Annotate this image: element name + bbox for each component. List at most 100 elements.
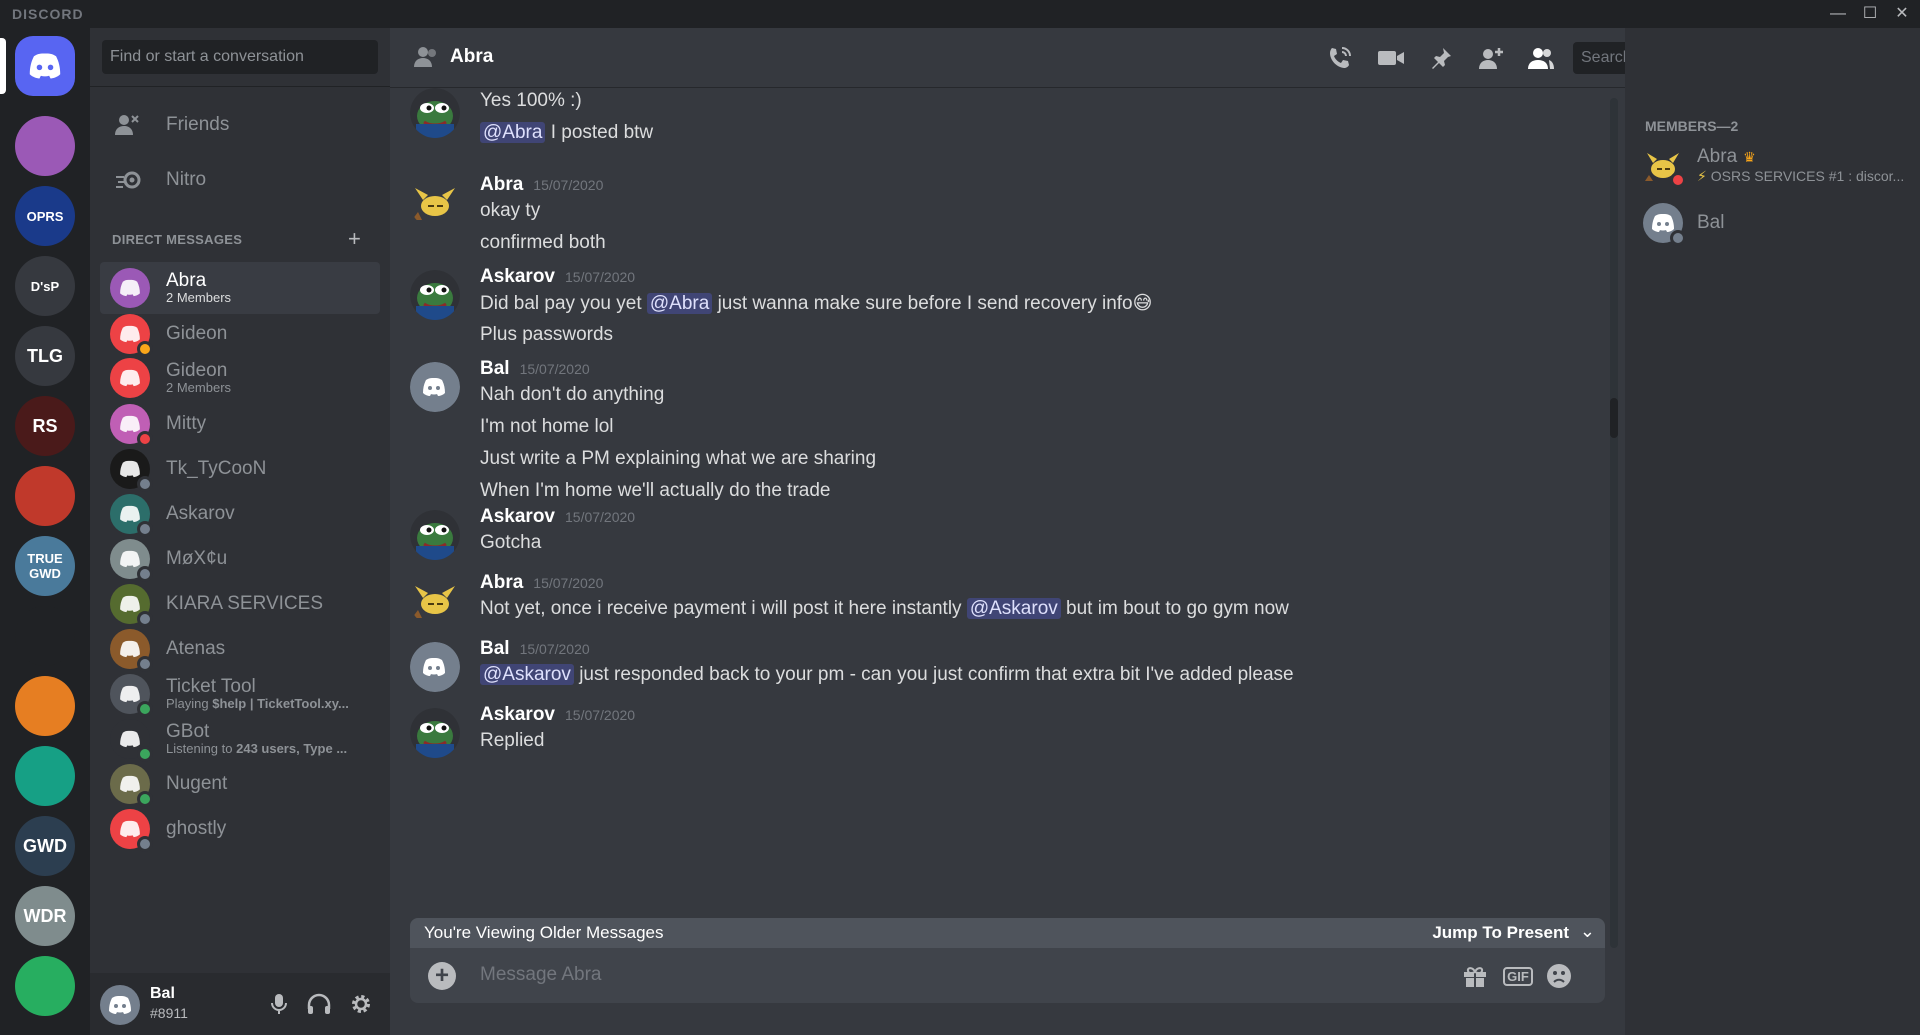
video-call-button[interactable] [1376, 44, 1406, 72]
message-header: Askarov 15/07/2020 [480, 704, 635, 726]
server-icon[interactable]: WDR [15, 886, 75, 946]
message-author[interactable]: Abra [480, 572, 523, 594]
message-timestamp: 15/07/2020 [519, 361, 590, 377]
pepe-avatar-icon [410, 270, 460, 320]
user-settings-button[interactable] [348, 991, 374, 1017]
dm-avatar [110, 314, 153, 357]
member-avatar [1643, 145, 1686, 188]
server-icon[interactable]: TRUE GWD [15, 536, 75, 596]
dm-sidebar: Find or start a conversation Friends Nit… [90, 28, 390, 1035]
message-header: Abra 15/07/2020 [480, 572, 603, 594]
message-avatar[interactable] [410, 576, 460, 626]
discord-logo-icon [120, 369, 140, 387]
member-abra[interactable]: Abra ♛ ⚡ OSRS SERVICES #1 : discor... [1643, 140, 1904, 190]
message-author[interactable]: Bal [480, 358, 510, 380]
gift-button[interactable] [1460, 961, 1490, 991]
message-author[interactable]: Abra [480, 174, 523, 196]
message-author[interactable]: Bal [480, 638, 510, 660]
user-mention[interactable]: @Askarov [966, 598, 1061, 619]
user-avatar[interactable] [100, 985, 140, 1025]
server-icon[interactable]: RS [15, 396, 75, 456]
user-mention[interactable]: @Abra [646, 293, 713, 314]
message-author[interactable]: Askarov [480, 704, 555, 726]
message-avatar[interactable] [410, 178, 460, 228]
dm-item[interactable]: Abra 2 Members [100, 262, 380, 314]
dm-item[interactable]: Gideon 2 Members [100, 352, 380, 404]
maximize-button[interactable]: ☐ [1860, 4, 1880, 24]
message-avatar[interactable] [410, 362, 460, 412]
message-author[interactable]: Askarov [480, 506, 555, 528]
voice-call-button[interactable] [1325, 44, 1355, 72]
deafen-button[interactable] [306, 991, 332, 1017]
attach-button[interactable]: + [428, 962, 456, 990]
user-mention[interactable]: @Abra [480, 122, 546, 143]
member-bal[interactable]: Bal [1643, 198, 1903, 248]
server-label: RS [32, 415, 58, 436]
text-segment: okay ty [480, 200, 541, 221]
gif-button[interactable]: GIF [1500, 961, 1536, 991]
older-messages-bar[interactable]: You're Viewing Older Messages Jump To Pr… [410, 918, 1605, 948]
discord-logo-icon [120, 460, 140, 478]
server-icon[interactable]: GWD [15, 816, 75, 876]
message-text: Gotcha [480, 532, 541, 554]
emoji-button[interactable] [1544, 961, 1574, 991]
server-icon[interactable] [15, 606, 75, 666]
message-avatar[interactable] [410, 642, 460, 692]
message-input[interactable]: Message Abra [480, 964, 601, 986]
dm-name: Tk_TyCooN [166, 458, 267, 480]
message-avatar[interactable] [410, 88, 460, 138]
message-avatar[interactable] [410, 708, 460, 758]
discord-logo-icon [29, 53, 61, 79]
message-avatar[interactable] [410, 270, 460, 320]
activity-verb: Playing [166, 696, 213, 712]
dm-search-input[interactable]: Find or start a conversation [102, 40, 378, 74]
abra-avatar-icon [412, 586, 455, 618]
scroll-thumb[interactable] [1610, 398, 1618, 438]
pinned-messages-button[interactable] [1426, 44, 1456, 72]
server-icon[interactable] [15, 466, 75, 526]
message-text: Nah don't do anything [480, 384, 664, 406]
message-header: Askarov 15/07/2020 [480, 506, 635, 528]
chevron-down-icon: ⌄ [1579, 921, 1595, 941]
message-text: okay ty [480, 200, 540, 222]
member-name: Abra [1697, 146, 1738, 168]
dm-name: Askarov [166, 503, 235, 525]
user-tag: #8911 [150, 1005, 188, 1021]
dm-item[interactable]: ghostly [100, 803, 380, 855]
server-icon[interactable]: TLG [15, 326, 75, 386]
create-dm-button[interactable]: + [348, 226, 361, 252]
discord-logo-icon [120, 279, 140, 297]
server-icon[interactable] [15, 956, 75, 1016]
chat-header: Abra Search ? [390, 28, 1897, 88]
server-icon[interactable] [15, 676, 75, 736]
server-icon[interactable] [15, 36, 75, 96]
message-avatar[interactable] [410, 510, 460, 560]
nav-nitro[interactable]: Nitro [102, 155, 378, 205]
nav-friends-label: Friends [166, 114, 230, 135]
close-button[interactable]: ✕ [1892, 4, 1912, 24]
message-author[interactable]: Askarov [480, 266, 555, 288]
nav-friends[interactable]: Friends [102, 100, 378, 150]
user-mention[interactable]: @Askarov [480, 664, 574, 685]
server-icon[interactable] [15, 116, 75, 176]
message-header: Bal 15/07/2020 [480, 638, 590, 660]
text-segment: Gotcha [480, 532, 542, 553]
discord-avatar-icon [410, 642, 460, 692]
server-icon[interactable]: D'sP [15, 256, 75, 316]
phone-call-icon [1330, 47, 1351, 68]
user-name: Bal [150, 985, 175, 1002]
server-icon[interactable]: OPRS [15, 186, 75, 246]
member-list-toggle[interactable] [1526, 44, 1556, 72]
message-composer[interactable]: + Message Abra GIF [410, 948, 1605, 1003]
mute-button[interactable] [266, 991, 292, 1017]
minimize-button[interactable]: — [1828, 4, 1848, 24]
add-friends-to-dm-button[interactable] [1476, 44, 1506, 72]
text-segment: Nah don't do anything [480, 384, 665, 405]
jump-to-present-button[interactable]: Jump To Present [1432, 923, 1569, 943]
status-offline-icon [1670, 230, 1686, 246]
message-text: Did bal pay you yet @Abra just wanna mak… [480, 292, 1152, 315]
dm-activity: Listening to 243 users, Type ... [166, 741, 347, 757]
server-icon[interactable] [15, 746, 75, 806]
text-segment: but im bout to go gym now [1060, 598, 1289, 619]
message-scrollbar[interactable] [1610, 98, 1618, 948]
